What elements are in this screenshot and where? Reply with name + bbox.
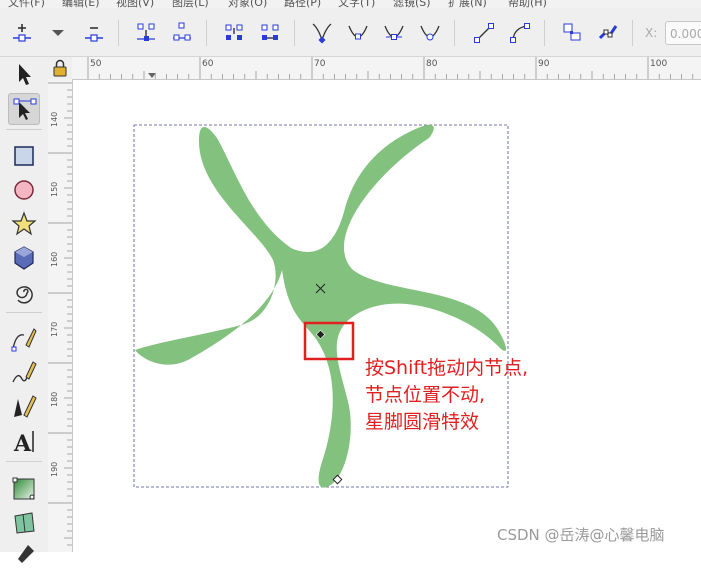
node-cusp-icon[interactable] xyxy=(310,18,334,46)
menu-path[interactable]: 路径(P) xyxy=(284,0,321,8)
tool-separator xyxy=(6,312,42,313)
annotation-text: 按Shift拖动内节点, 节点位置不动, 星脚圆滑特效 xyxy=(365,355,528,436)
node-tool-controls: X: 0.000 xyxy=(0,8,701,57)
tool-separator xyxy=(6,461,42,462)
insert-node-icon[interactable] xyxy=(10,18,34,46)
ruler-label-v6: 190 xyxy=(50,462,59,477)
menu-extensions[interactable]: 扩展(N) xyxy=(448,0,487,8)
delete-segment-icon[interactable] xyxy=(258,18,282,46)
menu-file[interactable]: 文件(F) xyxy=(8,0,45,8)
3d-box-tool-icon[interactable] xyxy=(8,242,40,274)
break-path-icon[interactable] xyxy=(170,18,194,46)
join-segment-icon[interactable] xyxy=(222,18,246,46)
rectangle-tool-icon[interactable] xyxy=(8,140,40,172)
menu-edit[interactable]: 编辑(E) xyxy=(62,0,100,8)
spiral-tool-icon[interactable] xyxy=(8,276,40,308)
ruler-label-v5: 180 xyxy=(50,392,59,407)
ruler-label-v1: 140 xyxy=(50,112,59,127)
annotation-line-3: 星脚圆滑特效 xyxy=(365,411,480,433)
ruler-label-v4: 170 xyxy=(50,322,59,337)
segment-curve-icon[interactable] xyxy=(508,18,532,46)
menu-filters[interactable]: 滤镜(S) xyxy=(393,0,431,8)
stroke-to-path-icon[interactable] xyxy=(596,18,620,46)
toolbar-separator xyxy=(206,20,207,46)
toolbar-separator xyxy=(632,20,633,46)
gradient-tool-icon[interactable] xyxy=(8,473,40,505)
dropper-tool-icon[interactable] xyxy=(8,541,40,573)
ellipse-tool-icon[interactable] xyxy=(8,174,40,206)
segment-line-icon[interactable] xyxy=(472,18,496,46)
horizontal-ruler-ticks: 50 60 70 80 90 100 xyxy=(87,57,694,79)
ruler-label-70: 70 xyxy=(314,59,326,69)
watermark: CSDN @岳涛@心馨电脑 xyxy=(497,526,665,544)
menu-help[interactable]: 帮助(H) xyxy=(508,0,547,8)
toolbox: A xyxy=(0,57,49,563)
menu-layer[interactable]: 图层(L) xyxy=(172,0,209,8)
annotation-line-1: 按Shift拖动内节点, xyxy=(365,357,529,379)
vertical-ruler[interactable]: 140 150 160 170 180 190 xyxy=(48,79,73,552)
mesh-tool-icon[interactable] xyxy=(8,507,40,539)
calligraphy-tool-icon[interactable] xyxy=(8,391,40,423)
ruler-label-v2: 150 xyxy=(50,182,59,197)
node-tool-icon[interactable] xyxy=(8,93,40,125)
menu-bar: 文件(F) 编辑(E) 视图(V) 图层(L) 对象(O) 路径(P) 文字(T… xyxy=(0,0,701,8)
drawing-canvas[interactable]: 按Shift拖动内节点, 节点位置不动, 星脚圆滑特效 CSDN @岳涛@心馨电… xyxy=(73,80,701,552)
ruler-label-60: 60 xyxy=(202,59,214,69)
insert-node-dropdown-icon[interactable] xyxy=(46,18,70,46)
ruler-corner xyxy=(48,57,72,79)
object-to-path-icon[interactable] xyxy=(560,18,584,46)
lock-icon[interactable] xyxy=(48,57,72,79)
ruler-label-v3: 160 xyxy=(50,252,59,267)
menu-view[interactable]: 视图(V) xyxy=(116,0,154,8)
ruler-pointer-icon xyxy=(148,73,156,78)
annotation-line-2: 节点位置不动, xyxy=(365,384,486,406)
node-smooth-icon[interactable] xyxy=(346,18,370,46)
star-tool-icon[interactable] xyxy=(8,208,40,240)
node-symmetric-icon[interactable] xyxy=(382,18,406,46)
menu-object[interactable]: 对象(O) xyxy=(228,0,267,8)
join-nodes-icon[interactable] xyxy=(134,18,158,46)
x-coordinate-label: X: xyxy=(645,26,658,40)
selector-tool-icon[interactable] xyxy=(8,59,40,91)
tool-separator xyxy=(6,129,42,130)
ruler-label-80: 80 xyxy=(426,59,438,69)
ruler-label-50: 50 xyxy=(90,59,102,69)
svg-text:A: A xyxy=(13,431,32,457)
toolbar-separator xyxy=(118,20,119,46)
ruler-label-100: 100 xyxy=(650,59,667,69)
toolbar-separator xyxy=(544,20,545,46)
node-auto-smooth-icon[interactable] xyxy=(418,18,442,46)
delete-node-icon[interactable] xyxy=(82,18,106,46)
vertical-ruler-ticks: 140 150 160 170 180 190 xyxy=(48,82,72,546)
toolbar-separator xyxy=(454,20,455,46)
pencil-tool-icon[interactable] xyxy=(8,357,40,389)
x-coordinate-input[interactable]: 0.000 xyxy=(665,21,701,45)
text-tool-icon[interactable]: A xyxy=(8,425,40,457)
toolbar-separator xyxy=(294,20,295,46)
bezier-pen-tool-icon[interactable] xyxy=(8,323,40,355)
horizontal-ruler[interactable]: 50 60 70 80 90 100 xyxy=(72,57,701,80)
menu-text[interactable]: 文字(T) xyxy=(338,0,375,8)
ruler-label-90: 90 xyxy=(538,59,550,69)
